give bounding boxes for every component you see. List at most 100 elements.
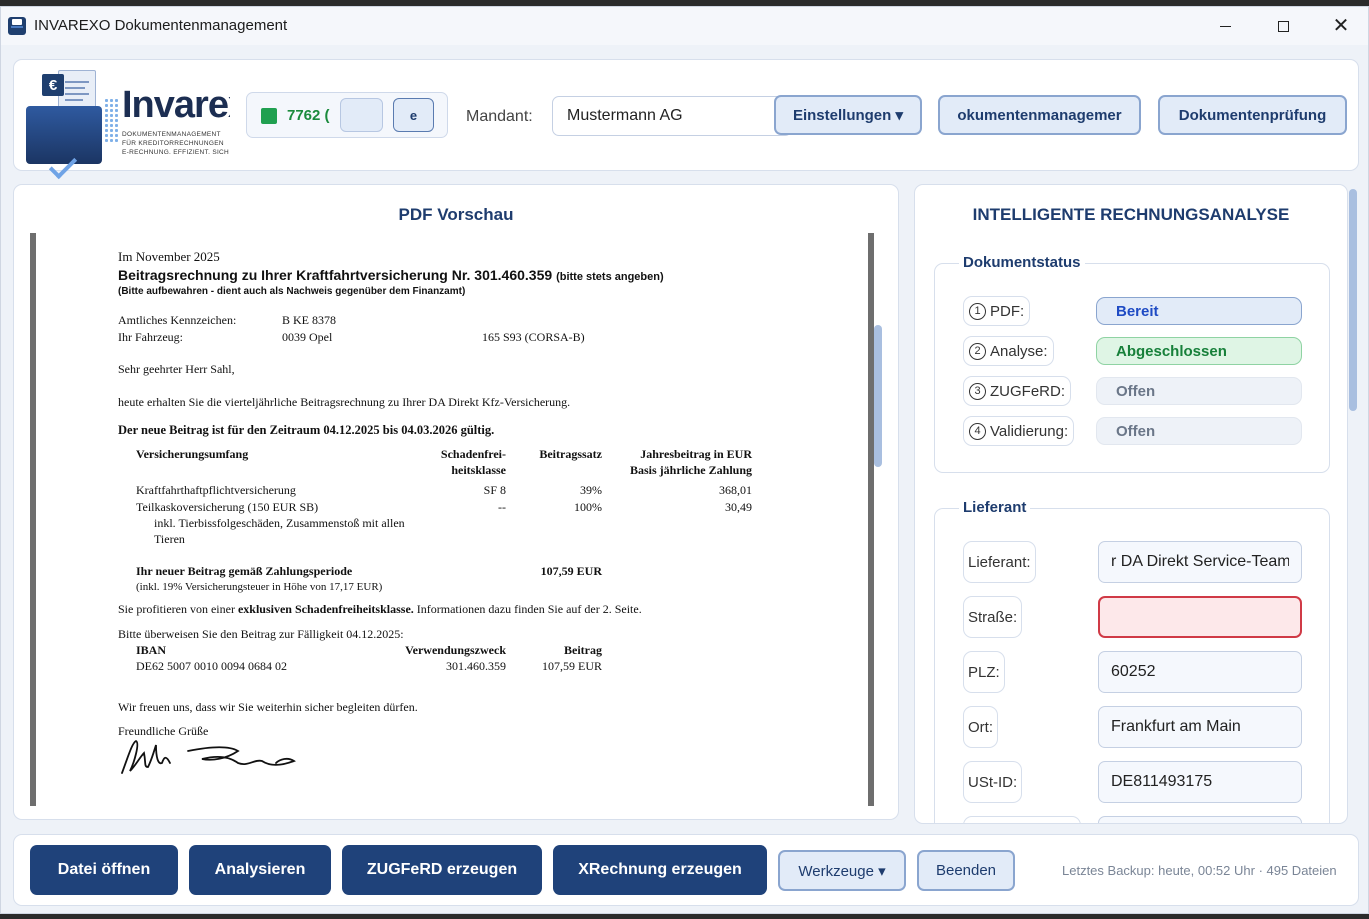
table-header-annual: Jahresbeitrag in EUR Basis jährliche Zahl… (630, 446, 752, 478)
maximize-button[interactable] (1260, 11, 1306, 41)
pay-value-iban: DE62 5007 0010 0094 0684 02 (136, 659, 287, 673)
title-bar: INVAREXO Dokumentenmanagement ✕ (1, 7, 1368, 45)
step-number-icon: 4 (969, 422, 986, 440)
greeting: Sehr geehrter Herr Sahl, (118, 362, 235, 376)
tax-note: (inkl. 19% Versicherungsteuer in Höhe vo… (136, 581, 383, 593)
benefit-text: Informationen dazu finden Sie auf der 2.… (413, 602, 642, 616)
vat-id-label: USt-ID: (963, 761, 1023, 803)
settings-button[interactable]: Einstellungen ▾ (774, 95, 922, 135)
minimize-icon (1219, 25, 1231, 27)
next-field-label (963, 816, 1081, 823)
table-header-annual-line: Jahresbeitrag in EUR (640, 447, 752, 461)
status-label-text: Validierung: (990, 422, 1069, 440)
status-pdf-badge: Bereit (1096, 297, 1302, 325)
supplier-title: Lieferant (959, 499, 1031, 516)
window-title: INVAREXO Dokumentenmanagement (34, 17, 288, 34)
table-cell-rate: 39% (580, 483, 602, 497)
status-analyse-badge: Abgeschlossen (1096, 337, 1302, 365)
vehicle-model: 165 S93 (CORSA-B) (482, 330, 585, 344)
doc-subheading: (Bitte aufbewahren - dient auch als Nach… (118, 286, 466, 297)
benefit-bold: exklusiven Schadenfreiheitsklasse. (237, 602, 414, 616)
table-header-annual-line: Basis jährliche Zahlung (629, 463, 752, 477)
table-cell-annual: 30,49 (725, 500, 752, 514)
next-field[interactable] (1098, 816, 1302, 823)
table-header-scope: Versicherungsumfang (136, 447, 249, 461)
table-cell-scope: Kraftfahrthaftpflichtversicherung (136, 483, 296, 497)
benefit-text: Sie profitieren von einer (118, 602, 238, 616)
document-review-button[interactable]: Dokumentenprüfung (1158, 95, 1347, 135)
period-line: Der neue Beitrag ist für den Zeitraum 04… (118, 423, 495, 437)
app-window: INVAREXO Dokumentenmanagement ✕ € Invare… (0, 6, 1369, 914)
logo: € Invarex DOKUMENTENMANAGEMENT FÜR KREDI… (24, 68, 230, 180)
closing-line: Wir freuen uns, dass wir Sie weiterhin s… (118, 700, 418, 714)
logo-tagline-line: E-RECHNUNG. EFFIZIENT. SICH (122, 149, 230, 156)
supplier-group: Lieferant Lieferant: Straße: PLZ: Ort: U… (934, 499, 1330, 823)
logo-tagline: DOKUMENTENMANAGEMENT FÜR KREDITORRECHNUN… (122, 130, 230, 157)
status-label-text: ZUGFeRD: (990, 382, 1065, 400)
license-status-indicator (261, 108, 277, 124)
logo-euro-icon: € (42, 74, 64, 96)
footer-bar: Datei öffnen Analysieren ZUGFeRD erzeuge… (13, 834, 1359, 906)
pay-value-purpose: 301.460.359 (446, 659, 506, 673)
vehicle-label: Ihr Fahrzeug: (118, 330, 183, 344)
mandant-field[interactable]: Mustermann AG (552, 96, 792, 136)
zip-field[interactable] (1098, 651, 1302, 693)
supplier-name-field[interactable] (1098, 541, 1302, 583)
status-label-text: PDF: (990, 302, 1025, 320)
intro-text: heute erhalten Sie die vierteljährliche … (118, 395, 571, 409)
analysis-panel: INTELLIGENTE RECHNUNGSANALYSE Dokumentst… (914, 184, 1348, 824)
status-label-text: Analyse: (990, 342, 1048, 360)
status-label-pdf: 1 PDF: (963, 296, 1031, 326)
document-management-button[interactable]: okumentenmanagemer (938, 95, 1141, 135)
logo-dots (104, 98, 118, 142)
license-button[interactable]: e (393, 98, 434, 132)
new-premium-value: 107,59 EUR (540, 564, 602, 578)
pay-header-iban: IBAN (136, 643, 167, 657)
app-icon (8, 17, 26, 35)
vehicle-value: 0039 Opel (282, 330, 333, 344)
pdf-scrollbar[interactable] (874, 325, 882, 467)
doc-heading-text: Beitragsrechnung zu Ihrer Kraftfahrtvers… (118, 267, 553, 283)
close-icon: ✕ (1332, 15, 1350, 37)
status-label-analyse: 2 Analyse: (963, 336, 1054, 366)
backup-status: Letztes Backup: heute, 00:52 Uhr · 495 D… (1062, 863, 1337, 878)
status-label-validierung: 4 Validierung: (963, 416, 1075, 446)
pdf-viewer[interactable]: Im November 2025 Beitragsrechnung zu Ihr… (30, 233, 874, 806)
analyze-button[interactable]: Analysieren (189, 845, 331, 895)
doc-heading-note: (bitte stets angeben) (556, 271, 664, 283)
table-cell-scope: Teilkaskoversicherung (150 EUR SB) (136, 500, 319, 514)
table-row-note: inkl. Tierbissfolgeschäden, Zusammenstoß… (154, 516, 405, 530)
logo-tagline-line: FÜR KREDITORRECHNUNGEN (122, 140, 224, 147)
quit-button[interactable]: Beenden (917, 850, 1015, 891)
minimize-button[interactable] (1202, 11, 1248, 41)
pdf-preview-title: PDF Vorschau (398, 205, 514, 224)
transfer-line: Bitte überweisen Sie den Beitrag zur Fäl… (118, 627, 404, 641)
pdf-preview-panel: PDF Vorschau Im November 2025 Beitragsre… (13, 184, 899, 820)
analysis-scrollbar[interactable] (1349, 189, 1357, 411)
tools-button[interactable]: Werkzeuge ▾ (778, 850, 906, 891)
table-cell-rate: 100% (574, 500, 602, 514)
close-button[interactable]: ✕ (1318, 11, 1364, 41)
open-file-button[interactable]: Datei öffnen (30, 845, 178, 895)
city-field[interactable] (1098, 706, 1302, 748)
logo-folder-icon (26, 106, 102, 180)
license-input[interactable] (340, 98, 383, 132)
xrechnung-button[interactable]: XRechnung erzeugen (553, 845, 767, 895)
table-row-note: Tieren (154, 532, 185, 546)
step-number-icon: 3 (969, 382, 986, 400)
doc-heading: Beitragsrechnung zu Ihrer Kraftfahrtvers… (118, 267, 664, 285)
table-cell-sf: SF 8 (483, 483, 506, 497)
step-number-icon: 1 (969, 302, 986, 320)
pay-header-amount: Beitrag (564, 643, 602, 657)
vat-id-field[interactable] (1098, 761, 1302, 803)
plate-label: Amtliches Kennzeichen: (118, 313, 237, 327)
street-field[interactable] (1098, 596, 1302, 638)
header-bar: € Invarex DOKUMENTENMANAGEMENT FÜR KREDI… (13, 59, 1359, 180)
supplier-name-label: Lieferant: (963, 541, 1036, 583)
document-status-group: Dokumentstatus 1 PDF: Bereit 2 Analyse: Ab… (934, 254, 1330, 473)
logo-text: Invarex (122, 84, 230, 126)
logo-check-icon (48, 150, 78, 180)
mandant-label: Mandant: (466, 108, 533, 125)
table-header-sf-line: Schadenfrei- (440, 447, 506, 461)
zugferd-button[interactable]: ZUGFeRD erzeugen (342, 845, 542, 895)
